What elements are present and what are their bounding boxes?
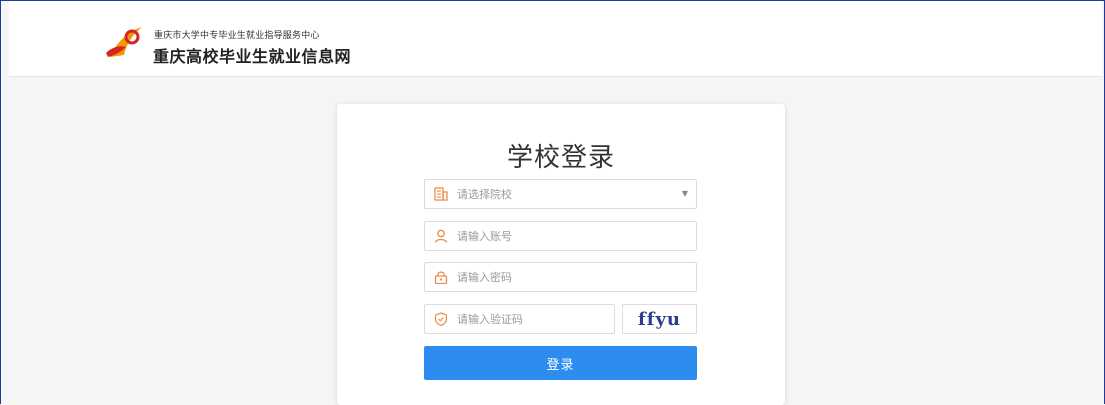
captcha-image[interactable]: ffyu: [622, 304, 697, 334]
site-header: 重庆市大学中专毕业生就业指导服务中心 重庆高校毕业生就业信息网: [9, 1, 1102, 77]
school-select[interactable]: 请选择院校 ▼: [424, 179, 697, 209]
site-logo-icon[interactable]: [102, 23, 146, 61]
login-button[interactable]: 登录: [424, 346, 697, 380]
login-title: 学校登录: [506, 143, 615, 173]
lock-icon: [425, 270, 457, 284]
account-input[interactable]: 请输入账号: [424, 221, 697, 251]
account-placeholder: 请输入账号: [457, 230, 512, 243]
password-placeholder: 请输入密码: [457, 271, 512, 284]
school-placeholder: 请选择院校: [457, 188, 512, 201]
building-icon: [425, 187, 457, 201]
brand-subtitle: 重庆市大学中专毕业生就业指导服务中心: [154, 31, 320, 41]
shield-icon: [425, 312, 457, 326]
login-card: 学校登录 请选择院校 ▼ 请输入账号 请输入密码 请输入验证码 ffyu 登录: [337, 104, 785, 405]
password-input[interactable]: 请输入密码: [424, 262, 697, 292]
user-icon: [425, 229, 457, 243]
brand-title: 重庆高校毕业生就业信息网: [153, 47, 352, 66]
captcha-input[interactable]: 请输入验证码: [424, 304, 615, 334]
caret-down-icon: ▼: [681, 189, 688, 198]
captcha-placeholder: 请输入验证码: [457, 313, 523, 326]
